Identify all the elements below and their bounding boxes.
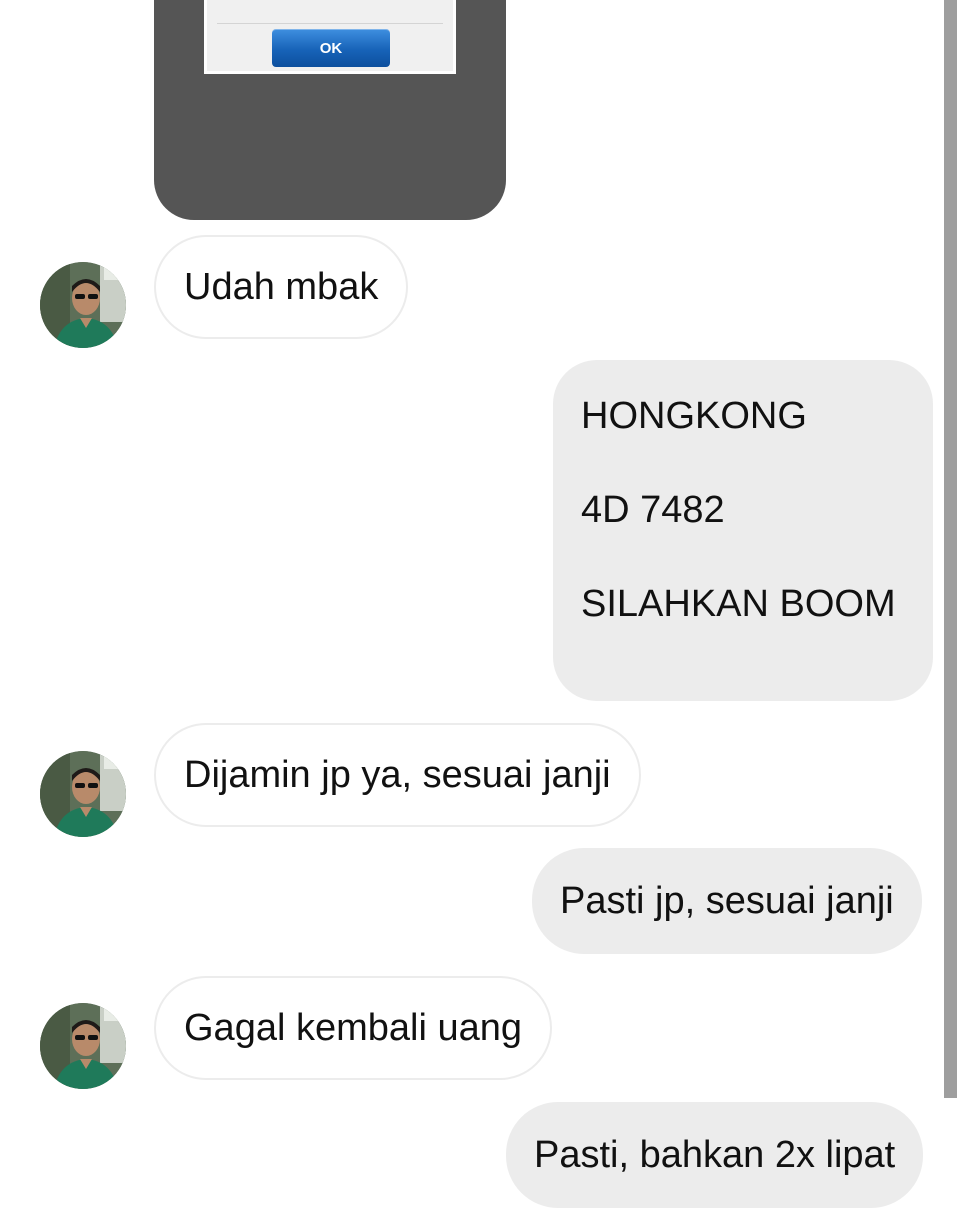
contact-avatar[interactable] [40,1003,126,1089]
message-text: Udah mbak [184,266,379,308]
avatar-photo-icon [40,1003,126,1089]
message-line: HONGKONG [581,395,807,437]
message-text: Dijamin jp ya, sesuai janji [184,754,611,796]
message-line: SILAHKAN BOOM [581,583,896,625]
chat-thread[interactable]: OK Udah mbak HONGKONG 4D 7482 SILAHKAN B… [0,0,944,1208]
incoming-message[interactable]: Gagal kembali uang [154,976,552,1080]
message-text: Gagal kembali uang [184,1007,522,1049]
scrollbar-track[interactable] [944,0,960,1200]
contact-avatar[interactable] [40,262,126,348]
dialog-screenshot: OK [204,0,456,74]
dialog-ok-button-image: OK [272,29,390,67]
avatar-photo-icon [40,751,126,837]
scrollbar-thumb[interactable] [944,0,957,1098]
outgoing-message[interactable]: Pasti, bahkan 2x lipat [506,1102,924,1208]
contact-avatar[interactable] [40,751,126,837]
image-message[interactable]: OK [154,0,506,220]
message-text: Pasti, bahkan 2x lipat [534,1134,896,1176]
incoming-message[interactable]: Udah mbak [154,235,409,339]
dialog-divider [217,23,443,24]
avatar-photo-icon [40,262,126,348]
message-line: 4D 7482 [581,489,725,531]
outgoing-message[interactable]: Pasti jp, sesuai janji [532,848,922,954]
message-text: Pasti jp, sesuai janji [560,880,894,922]
outgoing-message[interactable]: HONGKONG 4D 7482 SILAHKAN BOOM [553,360,933,701]
incoming-message[interactable]: Dijamin jp ya, sesuai janji [154,723,641,827]
